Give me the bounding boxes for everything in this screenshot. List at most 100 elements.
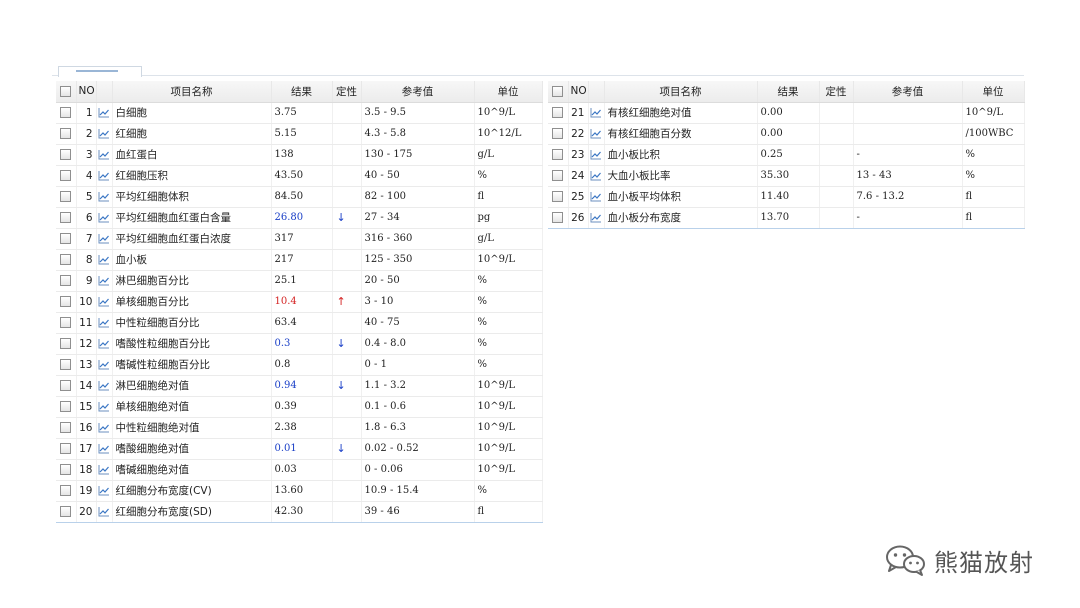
col-ref-header[interactable]: 参考值 bbox=[361, 81, 475, 103]
row-checkbox[interactable] bbox=[548, 144, 569, 166]
row-checkbox[interactable] bbox=[56, 354, 77, 376]
trend-button[interactable] bbox=[96, 333, 113, 355]
line-chart-icon[interactable] bbox=[98, 359, 110, 370]
trend-button[interactable] bbox=[96, 417, 113, 439]
checkbox-icon[interactable] bbox=[60, 380, 72, 391]
checkbox-icon[interactable] bbox=[60, 191, 72, 202]
select-all-checkbox[interactable] bbox=[56, 81, 77, 103]
col-unit-header[interactable]: 单位 bbox=[962, 81, 1025, 103]
row-checkbox[interactable] bbox=[56, 459, 77, 481]
line-chart-icon[interactable] bbox=[98, 338, 110, 349]
checkbox-icon[interactable] bbox=[60, 296, 72, 307]
row-checkbox[interactable] bbox=[548, 123, 569, 145]
line-chart-icon[interactable] bbox=[98, 485, 110, 496]
table-row[interactable]: 23 血小板比积 0.25 - % bbox=[548, 144, 1025, 166]
checkbox-icon[interactable] bbox=[552, 85, 564, 97]
checkbox-icon[interactable] bbox=[552, 191, 564, 202]
col-unit-header[interactable]: 单位 bbox=[474, 81, 543, 103]
row-checkbox[interactable] bbox=[56, 291, 77, 313]
row-checkbox[interactable] bbox=[56, 438, 77, 460]
table-row[interactable]: 6 平均红细胞血红蛋白含量 26.80 ↓ 27 - 34 pg bbox=[56, 207, 543, 229]
trend-button[interactable] bbox=[96, 354, 113, 376]
row-checkbox[interactable] bbox=[56, 270, 77, 292]
line-chart-icon[interactable] bbox=[590, 212, 602, 223]
trend-button[interactable] bbox=[96, 312, 113, 334]
line-chart-icon[interactable] bbox=[590, 107, 602, 118]
line-chart-icon[interactable] bbox=[98, 296, 110, 307]
trend-button[interactable] bbox=[96, 207, 113, 229]
trend-button[interactable] bbox=[96, 249, 113, 271]
table-row[interactable]: 4 红细胞压积 43.50 40 - 50 % bbox=[56, 165, 543, 187]
line-chart-icon[interactable] bbox=[98, 254, 110, 265]
line-chart-icon[interactable] bbox=[98, 170, 110, 181]
line-chart-icon[interactable] bbox=[590, 191, 602, 202]
table-row[interactable]: 7 平均红细胞血红蛋白浓度 317 316 - 360 g/L bbox=[56, 228, 543, 250]
trend-button[interactable] bbox=[588, 123, 605, 145]
trend-button[interactable] bbox=[96, 123, 113, 145]
checkbox-icon[interactable] bbox=[552, 128, 564, 139]
row-checkbox[interactable] bbox=[56, 186, 77, 208]
table-row[interactable]: 16 中性粒细胞绝对值 2.38 1.8 - 6.3 10^9/L bbox=[56, 417, 543, 439]
trend-button[interactable] bbox=[588, 165, 605, 187]
table-row[interactable]: 15 单核细胞绝对值 0.39 0.1 - 0.6 10^9/L bbox=[56, 396, 543, 418]
checkbox-icon[interactable] bbox=[60, 254, 72, 265]
table-row[interactable]: 9 淋巴细胞百分比 25.1 20 - 50 % bbox=[56, 270, 543, 292]
checkbox-icon[interactable] bbox=[552, 170, 564, 181]
checkbox-icon[interactable] bbox=[552, 212, 564, 223]
checkbox-icon[interactable] bbox=[60, 317, 72, 328]
trend-button[interactable] bbox=[96, 501, 113, 523]
checkbox-icon[interactable] bbox=[60, 401, 72, 412]
trend-button[interactable] bbox=[96, 102, 113, 124]
checkbox-icon[interactable] bbox=[60, 149, 72, 160]
line-chart-icon[interactable] bbox=[590, 128, 602, 139]
line-chart-icon[interactable] bbox=[98, 191, 110, 202]
line-chart-icon[interactable] bbox=[98, 317, 110, 328]
table-row[interactable]: 13 嗜碱性粒细胞百分比 0.8 0 - 1 % bbox=[56, 354, 543, 376]
table-row[interactable]: 14 淋巴细胞绝对值 0.94 ↓ 1.1 - 3.2 10^9/L bbox=[56, 375, 543, 397]
line-chart-icon[interactable] bbox=[590, 149, 602, 160]
checkbox-icon[interactable] bbox=[60, 212, 72, 223]
row-checkbox[interactable] bbox=[56, 501, 77, 523]
trend-button[interactable] bbox=[588, 186, 605, 208]
table-row[interactable]: 2 红细胞 5.15 4.3 - 5.8 10^12/L bbox=[56, 123, 543, 145]
table-row[interactable]: 5 平均红细胞体积 84.50 82 - 100 fl bbox=[56, 186, 543, 208]
row-checkbox[interactable] bbox=[56, 480, 77, 502]
line-chart-icon[interactable] bbox=[98, 107, 110, 118]
line-chart-icon[interactable] bbox=[98, 233, 110, 244]
checkbox-icon[interactable] bbox=[60, 422, 72, 433]
checkbox-icon[interactable] bbox=[60, 443, 72, 454]
col-result-header[interactable]: 结果 bbox=[757, 81, 820, 103]
row-checkbox[interactable] bbox=[548, 186, 569, 208]
table-row[interactable]: 21 有核红细胞绝对值 0.00 10^9/L bbox=[548, 102, 1025, 124]
trend-button[interactable] bbox=[588, 144, 605, 166]
table-row[interactable]: 1 白细胞 3.75 3.5 - 9.5 10^9/L bbox=[56, 102, 543, 124]
row-checkbox[interactable] bbox=[56, 417, 77, 439]
line-chart-icon[interactable] bbox=[98, 212, 110, 223]
row-checkbox[interactable] bbox=[548, 207, 569, 229]
table-row[interactable]: 10 单核细胞百分比 10.4 ↑ 3 - 10 % bbox=[56, 291, 543, 313]
table-row[interactable]: 18 嗜碱细胞绝对值 0.03 0 - 0.06 10^9/L bbox=[56, 459, 543, 481]
table-row[interactable]: 20 红细胞分布宽度(SD) 42.30 39 - 46 fl bbox=[56, 501, 543, 523]
checkbox-icon[interactable] bbox=[60, 275, 72, 286]
table-row[interactable]: 25 血小板平均体积 11.40 7.6 - 13.2 fl bbox=[548, 186, 1025, 208]
table-row[interactable]: 26 血小板分布宽度 13.70 - fl bbox=[548, 207, 1025, 229]
row-checkbox[interactable] bbox=[56, 333, 77, 355]
checkbox-icon[interactable] bbox=[60, 464, 72, 475]
col-flag-header[interactable]: 定性 bbox=[819, 81, 854, 103]
row-checkbox[interactable] bbox=[56, 396, 77, 418]
line-chart-icon[interactable] bbox=[98, 506, 110, 517]
checkbox-icon[interactable] bbox=[60, 233, 72, 244]
table-row[interactable]: 3 血红蛋白 138 130 - 175 g/L bbox=[56, 144, 543, 166]
row-checkbox[interactable] bbox=[548, 165, 569, 187]
line-chart-icon[interactable] bbox=[98, 422, 110, 433]
table-row[interactable]: 24 大血小板比率 35.30 13 - 43 % bbox=[548, 165, 1025, 187]
trend-button[interactable] bbox=[96, 291, 113, 313]
line-chart-icon[interactable] bbox=[98, 443, 110, 454]
trend-button[interactable] bbox=[96, 438, 113, 460]
col-result-header[interactable]: 结果 bbox=[271, 81, 333, 103]
table-row[interactable]: 8 血小板 217 125 - 350 10^9/L bbox=[56, 249, 543, 271]
col-name-header[interactable]: 项目名称 bbox=[604, 81, 758, 103]
trend-button[interactable] bbox=[96, 228, 113, 250]
line-chart-icon[interactable] bbox=[98, 401, 110, 412]
trend-button[interactable] bbox=[96, 165, 113, 187]
